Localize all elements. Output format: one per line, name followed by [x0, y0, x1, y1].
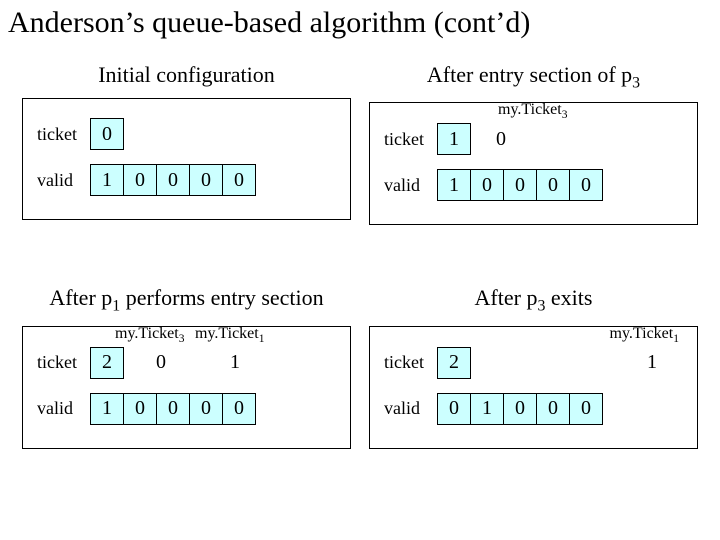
valid-label: valid — [37, 398, 91, 419]
box-after-p3-exit: my.Ticket1 ticket 2 1 valid 0 1 0 0 0 — [369, 326, 698, 449]
annot-sub: 3 — [562, 110, 568, 122]
valid-cell: 1 — [470, 393, 504, 425]
ticket-label: ticket — [37, 352, 91, 373]
valid-cell: 0 — [503, 393, 537, 425]
valid-row: valid 1 0 0 0 0 — [37, 393, 336, 425]
page-title: Anderson’s queue-based algorithm (cont’d… — [0, 0, 720, 44]
ticket-cell: 0 — [90, 118, 124, 150]
annot-sub: 3 — [179, 333, 185, 345]
caption-sub: 3 — [632, 74, 640, 91]
annot-text: my.Ticket — [195, 325, 259, 342]
valid-cell: 0 — [569, 169, 603, 201]
valid-cell: 0 — [222, 393, 256, 425]
box-after-p3-entry: my.Ticket3 ticket 1 0 valid 1 0 0 0 0 — [369, 102, 698, 225]
caption-after-p3-exit: After p3 exits — [369, 285, 698, 315]
caption-text: After entry section of p — [427, 62, 632, 87]
valid-row: valid 0 1 0 0 0 — [384, 393, 683, 425]
valid-cell: 0 — [437, 393, 471, 425]
box-after-p1-entry: my.Ticket3 my.Ticket1 ticket 2 0 1 valid… — [22, 326, 351, 449]
caption-initial: Initial configuration — [22, 62, 351, 88]
valid-cell: 1 — [90, 393, 124, 425]
valid-label: valid — [384, 175, 438, 196]
caption-text: exits — [545, 285, 592, 310]
valid-cell: 0 — [503, 169, 537, 201]
valid-cell: 0 — [569, 393, 603, 425]
annot-sub: 1 — [673, 333, 679, 345]
valid-cell: 0 — [470, 169, 504, 201]
panel-after-p1-entry: After p1 performs entry section my.Ticke… — [22, 285, 351, 448]
ticket-row: ticket 1 0 — [384, 123, 683, 155]
myticket1-value: 1 — [627, 349, 677, 377]
caption-after-p3-entry: After entry section of p3 — [369, 62, 698, 92]
ticket-cell: 1 — [437, 123, 471, 155]
valid-cell: 0 — [123, 393, 157, 425]
panel-after-p3-entry: After entry section of p3 my.Ticket3 tic… — [369, 62, 698, 225]
diagram-grid: Initial configuration ticket 0 valid 1 0… — [0, 44, 720, 449]
ticket-row: ticket 2 1 — [384, 347, 683, 379]
ticket-label: ticket — [384, 129, 438, 150]
annot-myticket1: my.Ticket1 — [610, 325, 679, 345]
annot-text: my.Ticket — [498, 101, 562, 118]
ticket-label: ticket — [384, 352, 438, 373]
caption-text: performs entry section — [120, 285, 323, 310]
annot-text: my.Ticket — [115, 325, 179, 342]
valid-cell: 1 — [437, 169, 471, 201]
box-initial: ticket 0 valid 1 0 0 0 0 — [22, 98, 351, 220]
valid-cell: 0 — [222, 164, 256, 196]
annot-text: my.Ticket — [610, 325, 674, 342]
myticket1-value: 1 — [198, 349, 272, 377]
myticket3-value: 0 — [124, 349, 198, 377]
valid-row: valid 1 0 0 0 0 — [384, 169, 683, 201]
valid-cell: 0 — [123, 164, 157, 196]
caption-after-p1-entry: After p1 performs entry section — [22, 285, 351, 315]
valid-cell: 0 — [536, 169, 570, 201]
caption-text: After p — [475, 285, 538, 310]
valid-label: valid — [384, 398, 438, 419]
annot-myticket3: my.Ticket3 — [115, 325, 184, 345]
valid-cell: 1 — [90, 164, 124, 196]
valid-cell: 0 — [536, 393, 570, 425]
valid-cell: 0 — [156, 393, 190, 425]
myticket-value: 0 — [471, 125, 531, 153]
ticket-row: ticket 2 0 1 — [37, 347, 336, 379]
annot-myticket1: my.Ticket1 — [195, 325, 264, 345]
valid-cell: 0 — [189, 164, 223, 196]
caption-sub: 1 — [112, 298, 120, 315]
valid-label: valid — [37, 170, 91, 191]
ticket-cell: 2 — [437, 347, 471, 379]
annot-myticket3: my.Ticket3 — [498, 101, 567, 121]
ticket-label: ticket — [37, 124, 91, 145]
valid-cell: 0 — [189, 393, 223, 425]
panel-initial: Initial configuration ticket 0 valid 1 0… — [22, 62, 351, 225]
valid-row: valid 1 0 0 0 0 — [37, 164, 336, 196]
valid-cell: 0 — [156, 164, 190, 196]
ticket-row: ticket 0 — [37, 118, 336, 150]
caption-text: After p — [49, 285, 112, 310]
panel-after-p3-exit: After p3 exits my.Ticket1 ticket 2 1 val… — [369, 285, 698, 448]
ticket-cell: 2 — [90, 347, 124, 379]
annot-sub: 1 — [259, 333, 265, 345]
